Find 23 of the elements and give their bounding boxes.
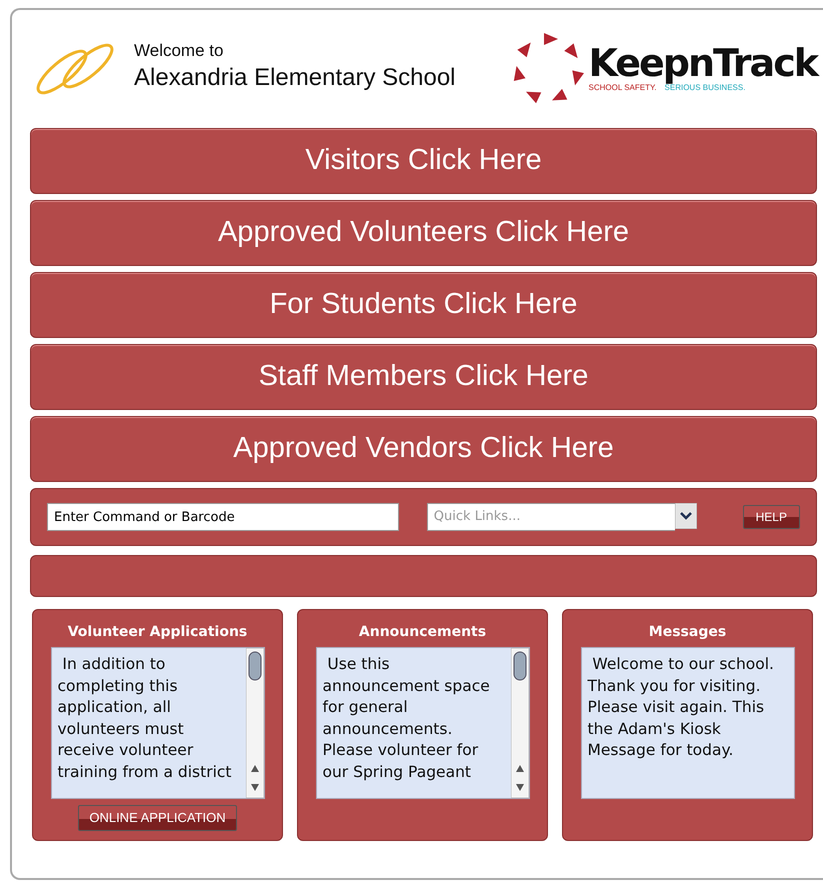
tagline: SERIOUS BUSINESS. [664,83,746,94]
welcome-text: Welcome to [134,42,224,60]
quick-links-dropdown[interactable]: Quick Links... [426,503,675,531]
kiosk-button[interactable]: Approved Volunteers Click Here [30,200,817,266]
online-application-button[interactable]: ONLINE APPLICATION [78,805,237,830]
help-button[interactable]: HELP [742,505,800,529]
kiosk-button[interactable]: Approved Vendors Click Here [30,416,817,482]
panel-title: Announcements [358,623,486,642]
kiosk-button[interactable]: Visitors Click Here [30,128,817,194]
panel-title: Volunteer Applications [68,623,248,642]
scrollbar[interactable] [510,648,528,798]
panel-text: In addition to completing this application, all volunteers must receive volunteer training from a district [56,654,232,782]
brand-name: KeepnTrack [588,44,817,82]
tagline: SCHOOL SAFETY. [588,83,657,94]
scrollbar[interactable] [246,648,264,798]
kiosk-button[interactable]: Staff Members Click Here [30,344,817,410]
panel-text: Use this announcement space for general announcements. Please volunteer for our Spring Pageant [322,654,491,782]
dropdown-arrow-icon[interactable] [674,503,697,529]
panel-text: Welcome to our school. Thank you for visiting. Please visit again. This the Adam's Kiosk Message for today. [586,654,775,761]
kiosk-button[interactable]: For Students Click Here [30,272,817,338]
school-name: Alexandria Elementary School [134,63,456,94]
panel-title: Messages [648,623,726,642]
command-field[interactable]: Enter Command or Barcode [47,503,399,531]
